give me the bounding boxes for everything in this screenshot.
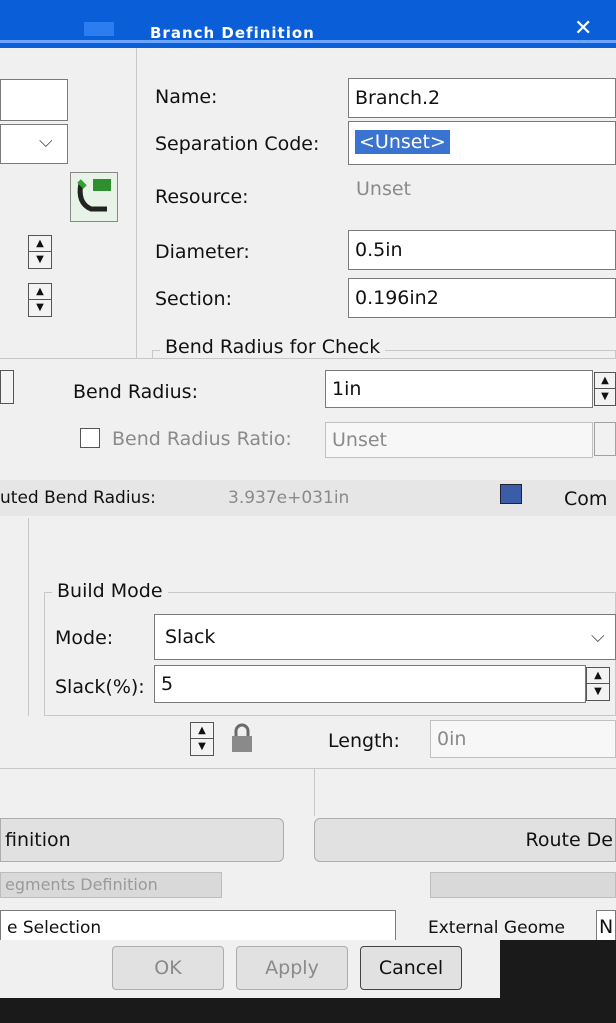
separation-code-combo[interactable]: <Unset> [348,121,616,165]
selection-label: e Selection [7,918,102,938]
background-field[interactable] [0,79,68,121]
resource-value: Unset [356,178,411,200]
diameter-label: Diameter: [155,241,250,263]
spin-down-icon[interactable]: ▼ [587,684,609,699]
bend-radius-ratio-field: Unset [325,422,593,458]
mode-label: Mode: [55,627,114,649]
background-combo[interactable]: ⌵ [0,124,68,164]
length-field: 0in [430,720,616,758]
bend-radius-ratio-checkbox[interactable] [80,428,100,448]
slack-spinner[interactable]: ▲ ▼ [586,667,610,701]
cable-route-icon-svg [77,179,111,212]
definition-button[interactable]: finition [0,818,284,862]
slack-label: Slack(%): [55,676,145,698]
selection-field[interactable]: e Selection [0,910,396,944]
spin-up-icon[interactable]: ▲ [29,236,51,252]
mode-combo[interactable]: Slack ⌵ [154,614,616,660]
bend-radius-label: Bend Radius: [73,381,198,403]
lock-icon-svg [232,723,252,752]
title-bar: Branch Definition ✕ [0,0,616,48]
close-icon[interactable]: ✕ [574,16,592,41]
spin-down-icon[interactable]: ▼ [191,739,213,754]
diameter-field[interactable]: 0.5in [348,230,616,270]
bend-radius-spinner[interactable]: ▲ ▼ [594,372,616,406]
spin-up-icon[interactable]: ▲ [29,284,51,300]
spin-down-icon[interactable]: ▼ [29,300,51,315]
save-icon[interactable] [500,484,522,504]
external-geometry-field[interactable]: N [596,910,616,944]
segments-definition-tab[interactable]: egments Definition [0,872,222,898]
definition-divider [0,768,616,769]
external-geometry-label: External Geome [428,918,565,938]
segments-definition-label: egments Definition [5,875,158,894]
separation-code-value: <Unset> [355,130,450,154]
mode-value: Slack [165,626,216,648]
chevron-down-icon: ⌵ [39,131,53,152]
slack-field[interactable]: 5 [154,665,586,703]
computed-bend-radius-label: uted Bend Radius: [0,488,156,508]
definition-divider-vertical [314,768,315,816]
separation-code-label: Separation Code: [155,133,320,155]
title-divider [0,40,616,43]
name-field[interactable]: Branch.2 [348,78,616,118]
resource-label: Resource: [155,186,249,208]
build-mode-group-title: Build Mode [52,580,168,602]
name-label: Name: [155,86,218,108]
length-spinner[interactable]: ▲ ▼ [190,722,214,756]
section-field: 0.196in2 [348,278,616,318]
bend-radius-ratio-spinner [594,422,616,456]
route-definition-button[interactable]: Route De [314,818,616,862]
right-tab[interactable] [430,872,616,898]
apply-button[interactable]: Apply [236,946,348,990]
bend-radius-group-title: Bend Radius for Check [160,336,386,358]
computed-bend-radius-value: 3.937e+031in [228,488,350,508]
background-spinner-1[interactable]: ▲ ▼ [28,235,52,269]
app-icon [84,22,114,36]
spin-up-icon[interactable]: ▲ [587,668,609,684]
bend-radius-ratio-label: Bend Radius Ratio: [112,428,292,450]
chevron-down-icon: ⌵ [591,626,605,647]
length-label: Length: [328,730,400,752]
ok-button[interactable]: OK [112,946,224,990]
compute-button[interactable]: Com [564,488,607,510]
section-label: Section: [155,288,232,310]
background-spinner-3[interactable] [0,370,14,404]
spin-up-icon[interactable]: ▲ [595,373,615,389]
spin-down-icon[interactable]: ▼ [595,389,615,404]
spin-down-icon[interactable]: ▼ [29,252,51,267]
spin-up-icon[interactable]: ▲ [191,723,213,739]
background-spinner-2[interactable]: ▲ ▼ [28,283,52,317]
lock-icon[interactable] [226,722,258,754]
cancel-button[interactable]: Cancel [360,946,462,990]
cable-route-icon[interactable] [70,172,118,222]
bend-radius-field[interactable]: 1in [325,370,593,408]
